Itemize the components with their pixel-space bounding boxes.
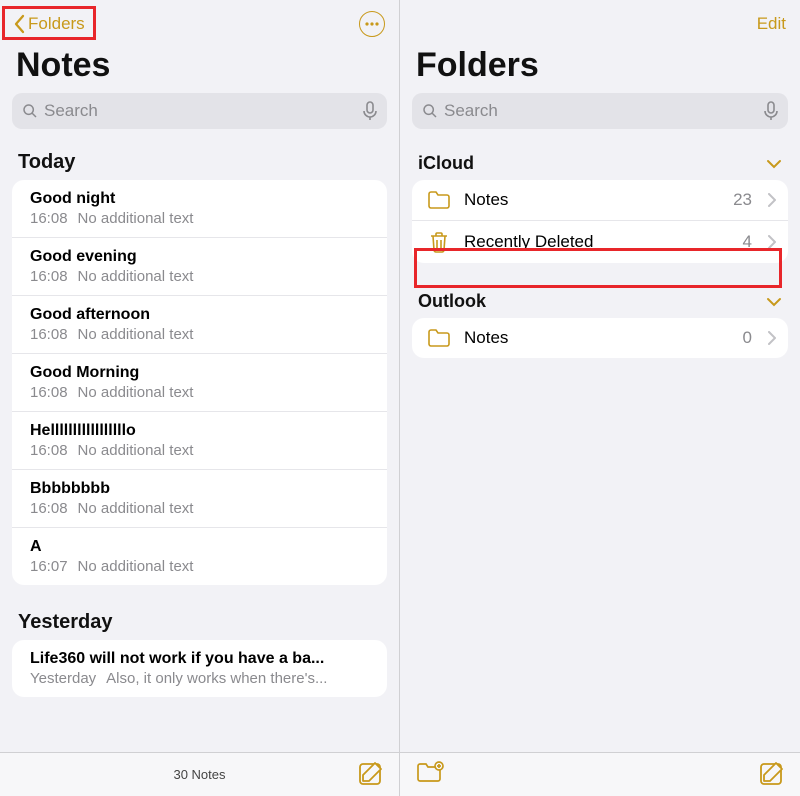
note-row[interactable]: Life360 will not work if you have a ba..… — [12, 640, 387, 697]
navbar-left: Folders — [0, 0, 399, 44]
notes-card-today: Good night 16:08No additional text Good … — [12, 180, 387, 585]
note-row[interactable]: Good night 16:08No additional text — [12, 180, 387, 238]
folder-row-notes[interactable]: Notes 23 — [412, 180, 788, 221]
search-placeholder: Search — [44, 101, 357, 121]
page-title-folders: Folders — [400, 44, 800, 93]
chevron-left-icon — [14, 14, 26, 34]
ellipsis-icon — [365, 22, 379, 26]
search-placeholder: Search — [444, 101, 758, 121]
note-row[interactable]: Good Morning 16:08No additional text — [12, 354, 387, 412]
search-icon — [22, 103, 38, 119]
bottombar-folders — [400, 752, 800, 796]
compose-note-button[interactable] — [357, 761, 383, 787]
search-icon — [422, 103, 438, 119]
note-row[interactable]: Good afternoon 16:08No additional text — [12, 296, 387, 354]
back-to-folders-button[interactable]: Folders — [14, 14, 85, 34]
chevron-right-icon — [768, 193, 776, 207]
note-row[interactable]: Bbbbbbbb 16:08No additional text — [12, 470, 387, 528]
more-options-button[interactable] — [359, 11, 385, 37]
page-title-notes: Notes — [0, 44, 399, 93]
notes-card-yesterday: Life360 will not work if you have a ba..… — [12, 640, 387, 697]
notes-count-label: 30 Notes — [173, 767, 225, 782]
chevron-right-icon — [768, 331, 776, 345]
folder-row-notes[interactable]: Notes 0 — [412, 318, 788, 358]
note-row[interactable]: Good evening 16:08No additional text — [12, 238, 387, 296]
edit-button[interactable]: Edit — [757, 14, 786, 34]
notes-list-pane: Folders Notes Search Today Good night 16… — [0, 0, 400, 796]
folder-icon — [426, 328, 452, 348]
folder-icon — [426, 190, 452, 210]
search-input-folders[interactable]: Search — [412, 93, 788, 129]
folders-card-outlook: Notes 0 — [412, 318, 788, 358]
back-label: Folders — [28, 14, 85, 34]
trash-icon — [426, 231, 452, 253]
chevron-right-icon — [768, 235, 776, 249]
section-header-yesterday: Yesterday — [0, 599, 399, 640]
folder-plus-icon — [416, 761, 444, 783]
bottombar-notes: 30 Notes — [0, 752, 399, 796]
note-row[interactable]: Helllllllllllllllllo 16:08No additional … — [12, 412, 387, 470]
new-folder-button[interactable] — [416, 761, 444, 783]
folders-pane: Edit Folders Search iCloud Notes 23 Rece… — [400, 0, 800, 796]
note-row[interactable]: A 16:07No additional text — [12, 528, 387, 585]
compose-icon — [758, 761, 784, 787]
folders-card-icloud: Notes 23 Recently Deleted 4 — [412, 180, 788, 263]
mic-icon[interactable] — [363, 101, 377, 121]
chevron-down-icon — [766, 159, 782, 169]
chevron-down-icon — [766, 297, 782, 307]
folder-row-recently-deleted[interactable]: Recently Deleted 4 — [412, 221, 788, 263]
navbar-right: Edit — [400, 0, 800, 44]
account-header-outlook[interactable]: Outlook — [400, 277, 800, 318]
compose-note-button[interactable] — [758, 761, 784, 787]
compose-icon — [357, 761, 383, 787]
section-header-today: Today — [0, 139, 399, 180]
account-header-icloud[interactable]: iCloud — [400, 139, 800, 180]
mic-icon[interactable] — [764, 101, 778, 121]
search-input-notes[interactable]: Search — [12, 93, 387, 129]
